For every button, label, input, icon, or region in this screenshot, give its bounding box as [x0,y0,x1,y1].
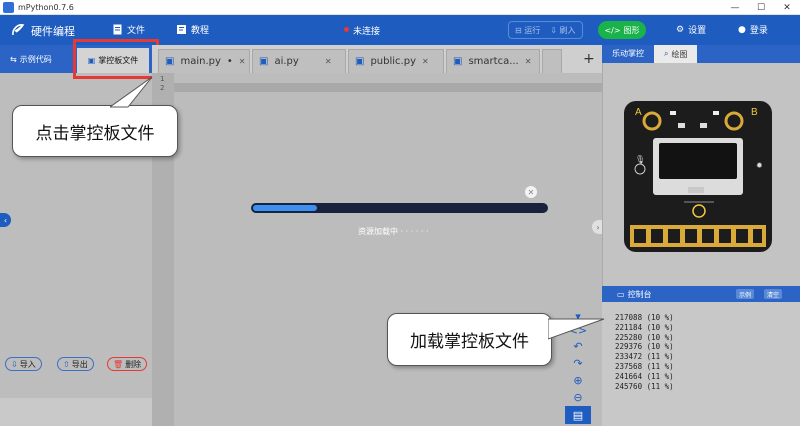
console-clear-button[interactable]: 清空 [764,289,783,299]
tab-examples-label: 示例代码 [19,55,52,64]
close-button[interactable]: ✕ [774,0,800,15]
tab-draw-label: 绘图 [671,49,688,59]
login-button[interactable]: ● 登录 [738,23,768,37]
close-tab-icon[interactable]: ✕ [525,57,532,66]
menu-tutorial-label: 教程 [191,26,210,36]
tab-smartcamera-label: smartca... [468,56,519,67]
graph-mode-label: 图形 [623,25,640,35]
import-icon: ⇩ [11,359,18,369]
zoom-out-icon[interactable]: ⊖ [565,389,591,405]
console-line: 241664 (11 %) [615,371,674,381]
tab-ai-py-label: ai.py [274,56,299,67]
zoom-in-icon[interactable]: ⊕ [565,372,591,388]
delete-button[interactable]: 🗑 删除 [107,357,148,371]
tab-examples[interactable]: ⇆ 示例代码 [10,54,52,65]
login-label: 登录 [749,26,768,36]
console-line: 237568 (11 %) [615,362,674,371]
python-file-icon: ▣ [355,56,365,67]
menu-file[interactable]: 文件 [112,23,145,36]
console-icon: ▭ [617,290,625,299]
console-line: 233472 (11 %) [615,352,674,362]
python-file-icon: ▣ [259,56,269,67]
console-line: 221184 (10 %) [615,322,674,332]
app-icon [3,1,14,13]
tab-device-label: 乐动掌控 [612,49,644,58]
code-icon: </> [604,25,621,35]
connection-status-dot [344,27,349,32]
console-line: 229376 (10 %) [615,342,674,352]
close-tab-icon[interactable]: ✕ [325,57,332,66]
file-tab-bar: ▣ main.py • ✕ ▣ ai.py ✕ ▣ public.py ✕ ▣ … [152,45,602,73]
file-icon [113,24,122,35]
tab-overflow[interactable] [542,49,562,73]
current-line-highlight [174,83,602,92]
tab-public-py[interactable]: ▣ public.py ✕ [348,49,444,73]
console-line: 225280 (10 %) [615,332,674,342]
run-button[interactable]: ⊟ 运行 [515,25,540,36]
tab-main-py[interactable]: ▣ main.py • ✕ [158,49,250,73]
search-icon: ⌕ [664,49,669,58]
console-example-button[interactable]: 示例 [736,289,755,299]
tab-public-py-label: public.py [370,56,416,67]
board-image: A B 🎙 ✹ [624,101,772,252]
python-file-icon: ▣ [453,56,463,67]
highlight-box [73,39,159,79]
pin-a-label: A [635,107,642,118]
book-icon [177,25,186,34]
settings-button[interactable]: ⚙ 设置 [676,23,707,37]
console-line: 245760 (11 %) [615,381,674,391]
trash-icon: 🗑 [113,359,124,369]
tab-device[interactable]: 乐动掌控 [612,48,644,59]
export-button[interactable]: ⇧ 导出 [57,357,94,371]
close-tab-icon[interactable]: ✕ [422,57,429,66]
close-loading-icon[interactable]: ✕ [525,186,537,198]
loading-progress-fill [253,205,317,211]
console-title: ▭ 控制台 [617,290,652,299]
loading-text: 资源加载中 · · · · · · [358,227,429,236]
tab-smartcamera-py[interactable]: ▣ smartca... ✕ [446,49,540,73]
left-bottom-bar [0,398,152,426]
tab-draw[interactable]: ⌕ 绘图 [654,45,698,63]
graph-mode-button[interactable]: </> 图形 [598,21,646,39]
python-file-icon: ▣ [165,56,175,67]
svg-text:✹: ✹ [756,161,763,170]
code-editor[interactable] [152,73,602,426]
window-titlebar: mPython0.7.6 — ☐ ✕ [0,0,800,15]
brand-title: 硬件编程 [31,25,75,38]
pin-b-label: B [751,107,758,118]
gear-icon: ⚙ [676,24,685,35]
chart-icon[interactable]: ▤ [565,406,591,424]
flash-button[interactable]: ⇩ 刷入 [550,25,575,36]
export-icon: ⇧ [63,359,70,369]
callout-pointer [548,318,605,340]
run-flash-group: ⊟ 运行 ⇩ 刷入 [508,21,583,39]
minimize-button[interactable]: — [722,0,748,15]
console-line: 217088 (10 %) [615,313,674,322]
close-tab-icon[interactable]: ✕ [239,57,246,66]
svg-text:🎙: 🎙 [635,155,645,164]
loading-progress-bar [251,203,548,213]
connection-status: 未连接 [353,27,381,37]
menu-file-label: 文件 [127,26,146,36]
window-controls: — ☐ ✕ [722,0,800,15]
user-icon: ● [738,24,746,35]
tab-main-py-label: main.py [180,56,221,67]
mpython-logo-icon [12,24,25,36]
new-tab-button[interactable]: + [583,51,595,67]
tab-ai-py[interactable]: ▣ ai.py ✕ [252,49,346,73]
redo-icon[interactable]: ↷ [565,355,591,371]
callout-load-board-files: 加载掌控板文件 [387,313,552,366]
window-title: mPython0.7.6 [18,2,74,12]
import-button[interactable]: ⇩ 导入 [5,357,42,371]
callout-pointer [110,76,153,108]
code-folder-icon: ⇆ [10,55,17,64]
right-tab-bar: 乐动掌控 ⌕ 绘图 [602,45,800,63]
maximize-button[interactable]: ☐ [748,0,774,15]
menu-tutorial[interactable]: 教程 [176,23,209,36]
settings-label: 设置 [688,26,707,36]
modified-indicator: • [226,56,233,67]
